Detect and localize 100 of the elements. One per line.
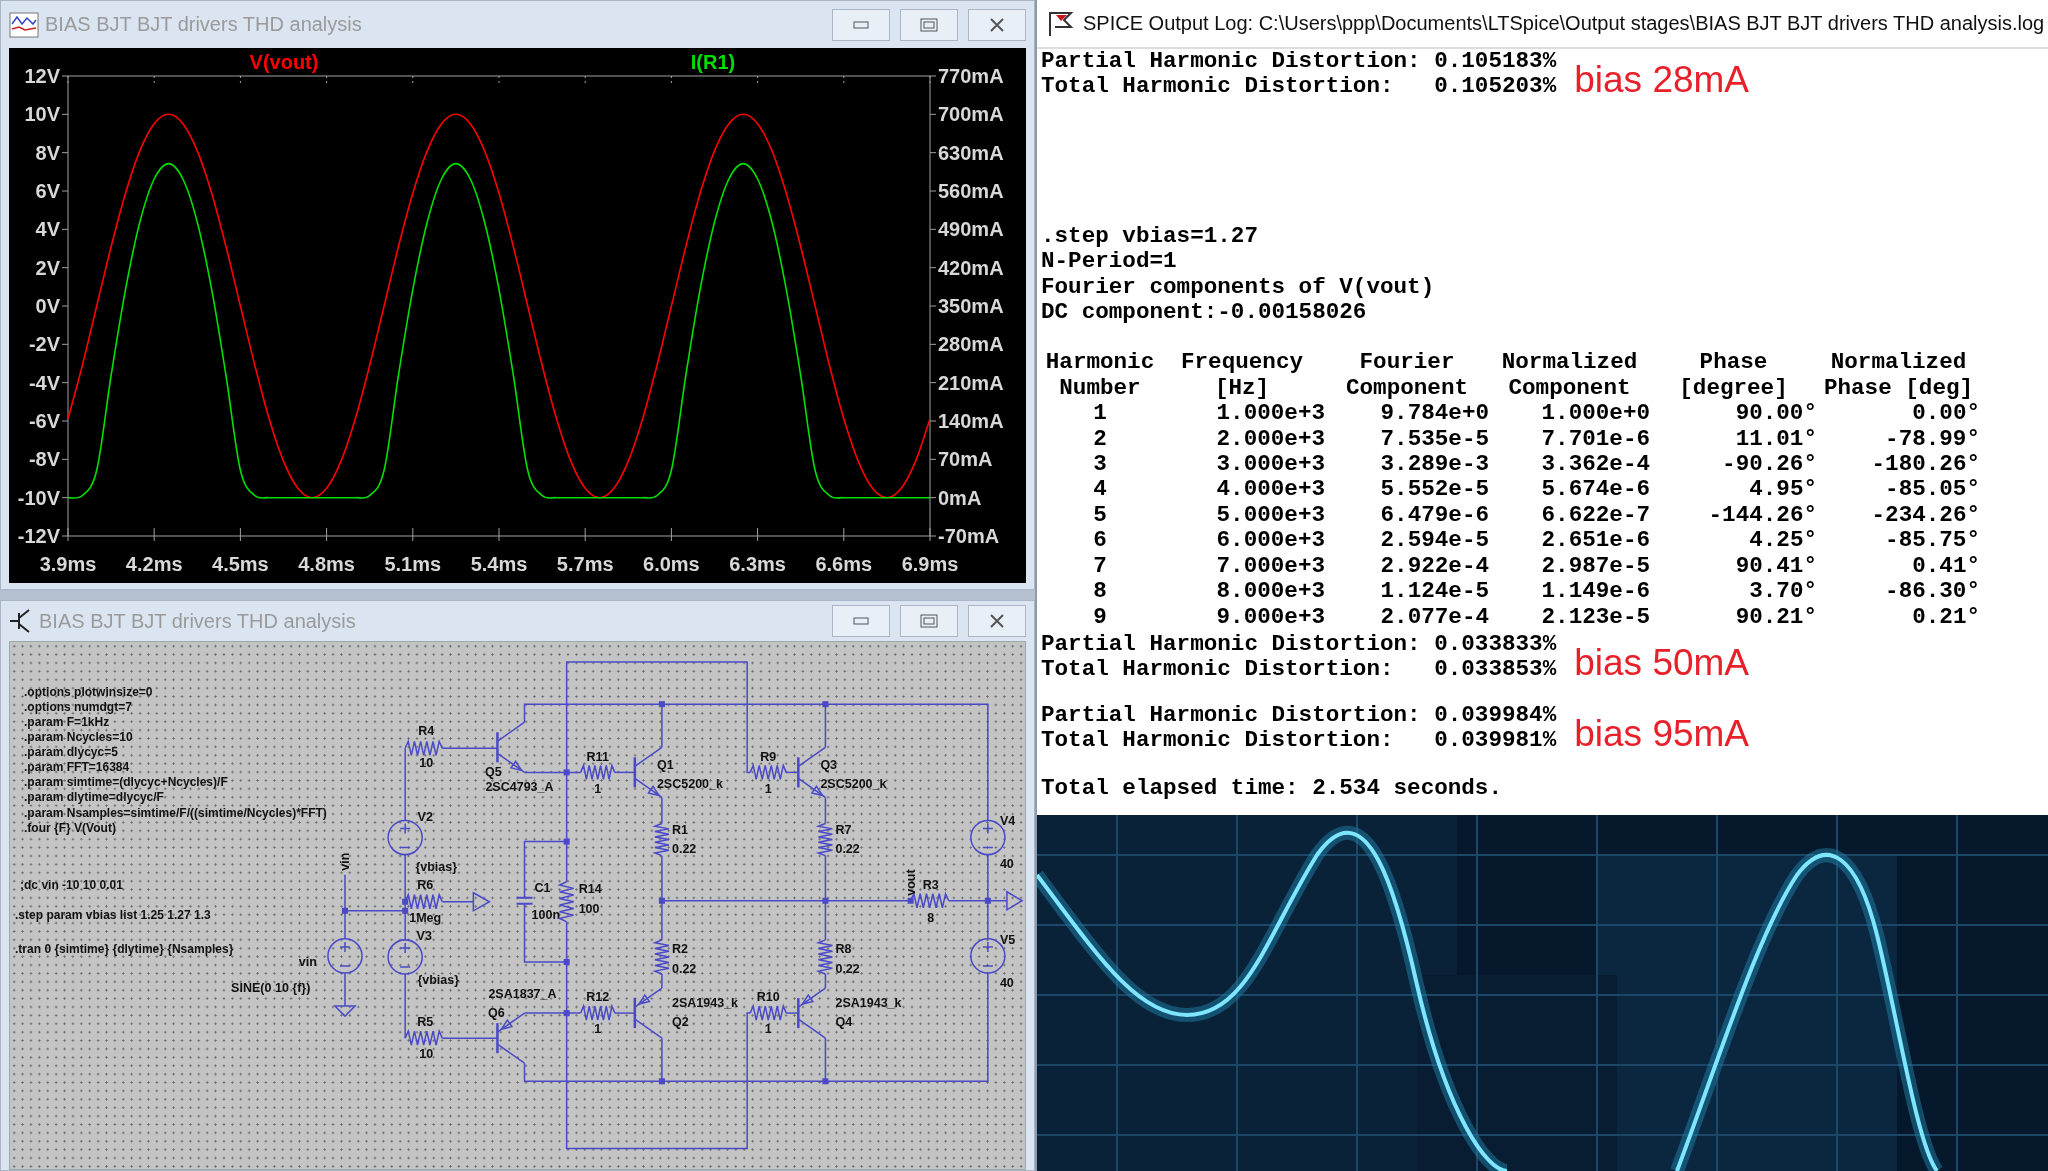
- axis-tick-label: 140mA: [938, 410, 1004, 432]
- logo-icon: [1047, 9, 1075, 38]
- log-line: Total Harmonic Distortion: 0.033853%: [1041, 657, 1557, 683]
- component-value: 1: [594, 1022, 602, 1037]
- component-label: V5: [999, 932, 1016, 947]
- capacitor-symbol: [515, 896, 534, 905]
- component-label: C1: [534, 880, 551, 895]
- column-header: Normalized Phase [deg]: [1822, 350, 1975, 402]
- table-cell-text: 3.289e-3: [1379, 452, 1489, 478]
- table-cell-text: 90.41°: [1734, 553, 1817, 580]
- axis-tick-label: 4.2ms: [125, 553, 183, 575]
- spice-directive: .param dlycyc=5: [24, 745, 118, 760]
- axis-tick-label: 770mA: [938, 65, 1004, 87]
- spice-directive: .tran 0 {simtime} {dlytime} {Nsamples}: [15, 941, 234, 956]
- component-label: vin: [298, 954, 317, 969]
- table-cell-text: 9: [1092, 604, 1108, 630]
- close-button[interactable]: [968, 605, 1026, 637]
- axis-tick-label: -6V: [28, 410, 60, 432]
- table-cell-text: -234.26°: [1870, 502, 1980, 529]
- component-label: V2: [417, 809, 433, 824]
- table-cell-text: 6.479e-6: [1379, 502, 1489, 529]
- axis-tick-label: -8V: [28, 448, 60, 471]
- log-line: Partial Harmonic Distortion: 0.039984%: [1041, 702, 1557, 729]
- wire: [404, 973, 406, 1039]
- component-value: {vbias}: [415, 859, 458, 874]
- spice-directive: .four {F} V(Vout): [24, 820, 116, 835]
- log-line: .step vbias=1.27: [1041, 223, 1259, 250]
- component-value: 2SA1837_A: [488, 987, 557, 1002]
- component-label: V4: [999, 813, 1016, 828]
- maximize-button[interactable]: [900, 8, 958, 41]
- column-header: Frequency [Hz]: [1180, 350, 1304, 402]
- resistor-symbol: [579, 762, 616, 781]
- axis-tick-label: 5.1ms: [384, 553, 442, 575]
- axis-tick-label: -10V: [17, 486, 60, 509]
- wire: [441, 901, 475, 903]
- spice-directive: .param F=1kHz: [24, 715, 110, 730]
- table-cell-text: 7.535e-5: [1379, 426, 1489, 453]
- axis-tick-label: 4.5ms: [212, 553, 269, 575]
- resistor-symbol: [404, 1028, 443, 1046]
- maximize-icon: [920, 17, 938, 32]
- table-cell-text: 5: [1092, 502, 1108, 529]
- minimize-button[interactable]: [832, 8, 890, 41]
- wire: [441, 1037, 499, 1039]
- close-button[interactable]: [968, 8, 1026, 41]
- annotation-text: bias 50mA: [1574, 642, 1750, 683]
- component-label: R12: [586, 990, 610, 1005]
- port-arrow: [472, 891, 491, 913]
- log-line: Total Harmonic Distortion: 0.105203%: [1041, 74, 1557, 100]
- net-label: vout: [903, 869, 918, 896]
- table-cell-text: 6: [1092, 528, 1108, 554]
- axis-tick-label: 630mA: [938, 141, 1004, 164]
- table-cell-text: 9.000e+3: [1215, 604, 1325, 630]
- component-value: 100n: [531, 907, 561, 922]
- table-cell-text: -86.30°: [1884, 579, 1980, 605]
- table-cell-text: -90.26°: [1721, 452, 1817, 478]
- table-cell-text: 2.922e-4: [1379, 553, 1489, 580]
- component-label: R3: [922, 877, 939, 892]
- component-value: 1: [764, 1022, 772, 1037]
- component-label: Q4: [835, 1015, 853, 1030]
- component-value: 8: [927, 910, 935, 925]
- component-value: 0.22: [835, 841, 860, 856]
- resistor-symbol: [579, 1003, 616, 1021]
- column-header: Normalized Component: [1500, 350, 1639, 402]
- pnp-transistor-symbol: [797, 987, 827, 1039]
- axis-tick-label: 700mA: [938, 103, 1004, 126]
- component-value: 2SC5200_k: [656, 777, 724, 792]
- annotation-text: bias 95mA: [1574, 713, 1750, 754]
- table-cell-text: 2.123e-5: [1540, 604, 1650, 630]
- component-value: 0.22: [671, 841, 697, 856]
- component-label: Q2: [671, 1015, 689, 1030]
- column-header: Harmonic Number: [1044, 350, 1156, 402]
- voltage-source-symbol: [327, 938, 363, 974]
- port-arrow: [1006, 890, 1024, 912]
- spice-directive: .param FFT=16384: [24, 760, 130, 775]
- table-cell-text: -144.26°: [1707, 502, 1817, 529]
- maximize-button[interactable]: [900, 605, 958, 637]
- table-cell-text: 3.362e-4: [1540, 452, 1650, 478]
- table-cell-text: 11.01°: [1734, 426, 1817, 453]
- log-line: Partial Harmonic Distortion: 0.105183%: [1041, 49, 1557, 75]
- spice-directive: .param simtime=(dlycyc+Ncycles)/F: [24, 775, 228, 790]
- minimize-button[interactable]: [832, 605, 890, 637]
- component-label: V3: [416, 928, 432, 943]
- table-cell-text: 9.784e+0: [1379, 401, 1489, 427]
- wire: [441, 747, 499, 750]
- legend-label: V(vout): [249, 51, 319, 73]
- axis-tick-label: -70mA: [938, 525, 1000, 547]
- component-value: 2SA1943_k: [671, 996, 739, 1011]
- component-label: R5: [417, 1015, 434, 1030]
- axis-tick-label: -4V: [28, 371, 60, 394]
- axis-tick-label: 490mA: [938, 218, 1004, 241]
- table-cell-text: 2.077e-4: [1379, 604, 1489, 630]
- table-cell-text: 2.987e-5: [1540, 553, 1650, 580]
- axis-tick-label: 420mA: [938, 256, 1004, 279]
- table-cell-text: 2: [1092, 426, 1108, 453]
- table-cell-text: 4.95°: [1748, 477, 1817, 503]
- resistor-symbol: [749, 1003, 788, 1021]
- component-value: 100: [578, 901, 600, 916]
- table-cell-text: 3.000e+3: [1215, 452, 1325, 478]
- component-label: R6: [417, 877, 434, 892]
- axis-tick-label: 0mA: [938, 486, 982, 509]
